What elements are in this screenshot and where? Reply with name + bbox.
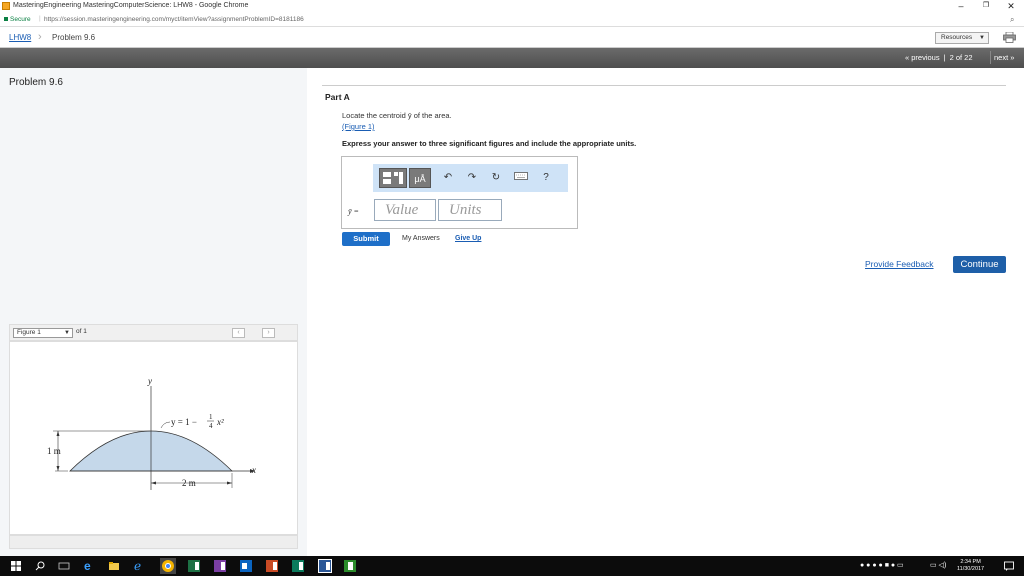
figure-prev-button[interactable]: ‹ (232, 328, 245, 338)
help-button[interactable]: ? (537, 168, 555, 188)
parabolic-area-figure: y x y = 1 − 1 4 x² 1 m 2 m (47, 376, 256, 490)
search-icon[interactable]: ⌕ (1010, 15, 1014, 25)
window-title-bar: MasteringEngineering MasteringComputerSc… (0, 0, 1024, 13)
search-icon[interactable] (34, 560, 46, 572)
file-explorer-icon[interactable] (108, 560, 120, 572)
figure-toolbar: Figure 1 ▼ of 1 ‹ › (9, 324, 298, 341)
equation-numerator: 1 (209, 413, 213, 421)
close-button[interactable]: ✕ (1000, 0, 1022, 13)
figure-footer (9, 535, 298, 549)
arrow-right-icon (227, 481, 232, 485)
publisher-icon[interactable] (292, 560, 304, 572)
chrome-icon[interactable] (160, 558, 176, 574)
print-icon[interactable] (1003, 32, 1016, 43)
next-link[interactable]: next » (990, 51, 1017, 64)
project-icon[interactable] (344, 560, 356, 572)
edge-icon[interactable]: e (84, 560, 96, 572)
taskbar-clock[interactable]: 2:34 PM 11/30/2017 (957, 559, 984, 573)
system-tray-icons[interactable]: ● ● ● ● ■ ● ▭ (860, 560, 910, 572)
equation-variable: x² (216, 417, 224, 427)
word-icon[interactable] (318, 559, 332, 573)
y-axis-label: y (147, 376, 152, 386)
units-input[interactable]: Units (438, 199, 502, 221)
equation-toolbar: μÅ ↶ ↷ ↻ ? (373, 164, 568, 192)
part-heading: Part A (325, 92, 350, 102)
undo-icon[interactable]: ↶ (439, 168, 457, 188)
fraction-template-icon (383, 172, 403, 184)
excel-icon[interactable] (188, 560, 200, 572)
answer-label: ȳ = (348, 207, 359, 216)
windows-start-icon[interactable] (10, 560, 22, 572)
figure-link[interactable]: (Figure 1) (342, 122, 375, 131)
clock-time: 2:34 PM (960, 559, 981, 565)
breadcrumb-assignment-link[interactable]: LHW8 (9, 33, 31, 42)
divider (322, 85, 1006, 86)
volume-icon[interactable]: ▭ ◁) (930, 560, 954, 572)
restore-button[interactable]: ❐ (975, 0, 997, 13)
equation-denominator: 4 (209, 422, 213, 430)
equation-leader-line (160, 421, 171, 429)
url-text[interactable]: https://session.masteringengineering.com… (44, 16, 304, 23)
reset-icon[interactable]: ↻ (487, 168, 505, 188)
provide-feedback-link[interactable]: Provide Feedback (865, 259, 934, 269)
template-icon[interactable] (379, 168, 407, 188)
caret-down-icon: ▼ (64, 330, 70, 336)
notifications-icon[interactable] (1003, 560, 1015, 572)
redo-icon[interactable]: ↷ (463, 168, 481, 188)
previous-link[interactable]: « previous (905, 53, 940, 62)
secure-indicator[interactable]: Secure (4, 16, 31, 23)
url-separator: | (39, 15, 41, 22)
lock-icon (4, 17, 8, 21)
internet-explorer-icon[interactable]: ℯ (134, 560, 146, 572)
problem-nav-bar: « previous | 2 of 22 next » (0, 48, 1024, 68)
pagination: « previous | 2 of 22 (903, 53, 975, 62)
task-view-icon[interactable] (58, 560, 70, 572)
x-axis-label: x (251, 465, 256, 475)
clock-date: 11/30/2017 (957, 566, 985, 572)
arrow-down-icon (56, 466, 60, 471)
breadcrumb-current: Problem 9.6 (52, 33, 96, 42)
chevron-right-icon: › (38, 31, 42, 43)
onenote-icon[interactable] (214, 560, 226, 572)
arrow-up-icon (56, 431, 60, 436)
height-label: 1 m (47, 446, 61, 456)
width-label: 2 m (182, 478, 196, 488)
instruction-text: Express your answer to three significant… (342, 139, 637, 148)
keyboard-icon[interactable] (511, 168, 531, 188)
outlook-icon[interactable] (240, 560, 252, 572)
units-symbol-button[interactable]: μÅ (409, 168, 431, 188)
caret-down-icon: ▼ (979, 35, 985, 41)
pagination-divider: | (943, 53, 946, 62)
value-input[interactable]: Value (374, 199, 436, 221)
taskbar: e ℯ ● ● ● ● ■ ● ▭ ▭ ◁) 2:34 PM 11/30/201… (0, 556, 1024, 576)
problem-counter: 2 of 22 (949, 53, 973, 62)
figure-panel: y x y = 1 − 1 4 x² 1 m 2 m (9, 341, 298, 535)
equation-label: y = 1 − (171, 417, 197, 427)
submit-button[interactable]: Submit (342, 232, 390, 246)
app-logo-icon (2, 2, 10, 10)
breadcrumb: LHW8 › Problem 9.6 Resources ▼ (0, 28, 1024, 48)
keyboard-glyph-icon (514, 172, 528, 180)
powerpoint-icon[interactable] (266, 560, 278, 572)
question-text: Locate the centroid ȳ of the area. (342, 111, 452, 120)
window-title: MasteringEngineering MasteringComputerSc… (13, 2, 249, 9)
answer-box: μÅ ↶ ↷ ↻ ? ȳ = Value Units (341, 156, 578, 229)
minimize-button[interactable]: – (950, 0, 972, 13)
problem-title: Problem 9.6 (9, 77, 63, 88)
continue-button[interactable]: Continue (953, 256, 1006, 273)
arrow-left-icon (151, 481, 156, 485)
figure-next-button[interactable]: › (262, 328, 275, 338)
give-up-link[interactable]: Give Up (455, 235, 481, 242)
my-answers-link[interactable]: My Answers (402, 235, 440, 242)
figure-count: of 1 (76, 328, 87, 335)
resources-dropdown[interactable]: Resources ▼ (935, 32, 989, 44)
address-bar[interactable]: Secure | https://session.masteringengine… (0, 13, 1024, 27)
figure-select[interactable]: Figure 1 ▼ (13, 328, 73, 338)
